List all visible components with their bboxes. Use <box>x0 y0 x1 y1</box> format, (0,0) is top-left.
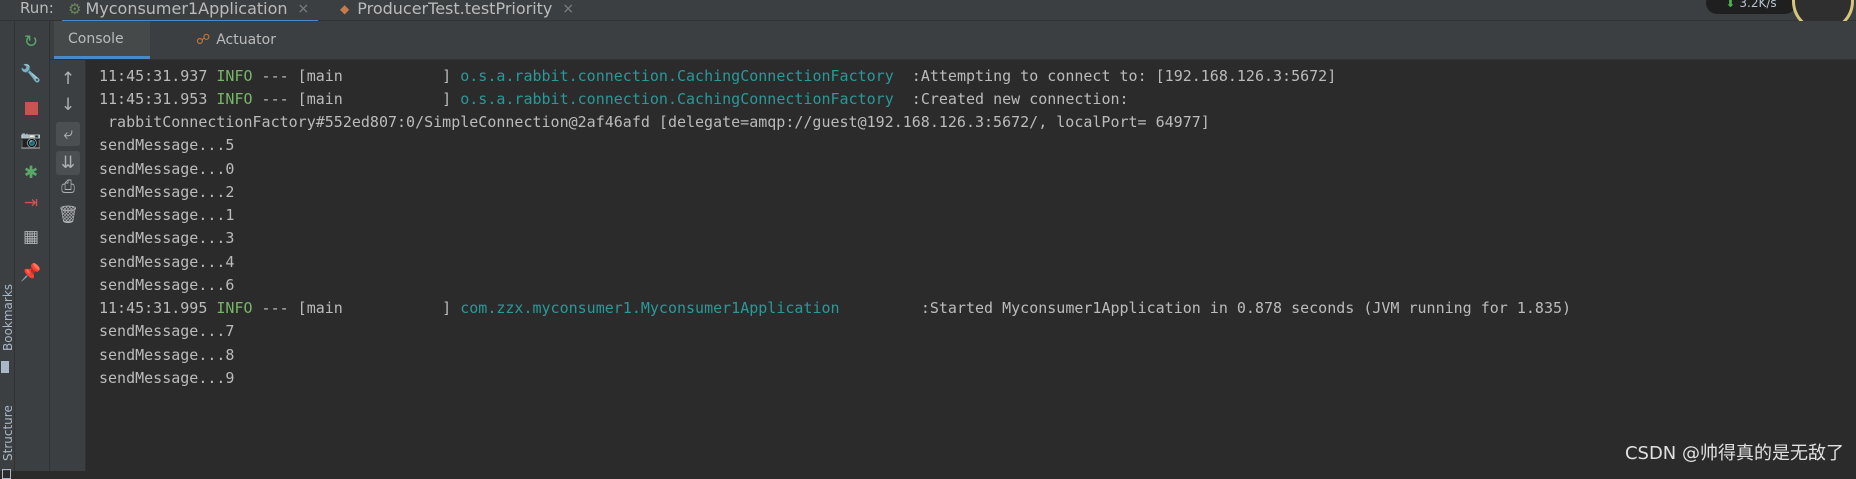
network-speed-widget: ⬇ 3.2K/s <box>1706 0 1796 14</box>
tab-actuator[interactable]: ☍ Actuator <box>196 21 276 59</box>
arrow-down-icon[interactable]: ↓ <box>56 93 80 117</box>
run-tab-label: ProducerTest.testPriority <box>357 0 553 18</box>
exit-icon[interactable]: ⇥ <box>19 191 43 215</box>
actuator-icon: ☍ <box>196 32 211 48</box>
trash-icon[interactable]: 🗑 <box>56 203 80 227</box>
structure-tab[interactable]: Structure <box>1 405 15 461</box>
rerun-icon[interactable]: ↻ <box>19 30 43 54</box>
tab-console[interactable]: Console <box>54 21 150 59</box>
download-arrow-icon: ⬇ <box>1725 0 1736 10</box>
spring-boot-icon: ⚙ <box>68 0 82 18</box>
log-line: sendMessage...7 <box>99 322 235 340</box>
tab-console-label: Console <box>68 30 124 47</box>
bookmarks-tab[interactable]: Bookmarks <box>1 284 15 351</box>
test-icon: ◆ <box>340 1 350 16</box>
console-actions-column: ↑ ↓ ⤶ ⇊ ⎙ 🗑 <box>50 60 86 471</box>
stop-icon[interactable] <box>19 96 43 120</box>
close-icon[interactable]: × <box>562 1 574 17</box>
log-line: sendMessage...5 <box>99 136 235 154</box>
soft-wrap-icon[interactable]: ⤶ <box>56 122 80 146</box>
run-actions-column: ↻ 🔧 📷 ✱ ⇥ ▦ 📌 <box>15 21 50 471</box>
log-line: sendMessage...3 <box>99 229 235 247</box>
network-speed: 3.2K/s <box>1739 0 1777 10</box>
arrow-up-icon[interactable]: ↑ <box>56 67 80 91</box>
log-line: sendMessage...6 <box>99 276 235 294</box>
log-line: sendMessage...4 <box>99 253 235 271</box>
print-icon[interactable]: ⎙ <box>56 175 80 199</box>
pin-icon[interactable]: 📌 <box>19 261 43 285</box>
run-toolbar: Run: ⚙ Myconsumer1Application × ◆ Produc… <box>0 0 1856 32</box>
log-line: 11:45:31.937 INFO --- [main ] o.s.a.rabb… <box>99 67 1337 85</box>
tab-actuator-label: Actuator <box>216 32 276 48</box>
watermark: CSDN @帅得真的是无敌了 <box>1624 443 1844 464</box>
log-line: 11:45:31.953 INFO --- [main ] o.s.a.rabb… <box>99 90 1129 108</box>
side-tool-window-strip: Bookmarks Structure <box>0 21 15 479</box>
log-line: rabbitConnectionFactory#552ed807:0/Simpl… <box>99 113 1210 131</box>
log-line: sendMessage...0 <box>99 160 235 178</box>
bookmark-icon <box>1 361 9 373</box>
console-tab-bar: Console ☍ Actuator <box>50 21 1856 60</box>
console-output[interactable]: 11:45:31.937 INFO --- [main ] o.s.a.rabb… <box>86 62 1856 471</box>
wrench-icon[interactable]: 🔧 <box>19 62 43 86</box>
camera-icon[interactable]: 📷 <box>19 128 43 152</box>
run-tab-producertest[interactable]: ◆ ProducerTest.testPriority × <box>336 0 574 20</box>
debug-icon[interactable]: ✱ <box>19 161 43 185</box>
log-line: sendMessage...9 <box>99 369 235 387</box>
close-icon[interactable]: × <box>298 1 310 17</box>
log-line: sendMessage...8 <box>99 346 235 364</box>
run-tab-label: Myconsumer1Application <box>85 0 288 18</box>
layout-icon[interactable]: ▦ <box>19 225 43 249</box>
log-line: sendMessage...1 <box>99 206 235 224</box>
log-line: sendMessage...2 <box>99 183 235 201</box>
run-label: Run: <box>20 0 54 17</box>
run-tab-myconsumer1application[interactable]: ⚙ Myconsumer1Application × <box>62 0 318 23</box>
log-line: 11:45:31.995 INFO --- [main ] com.zzx.my… <box>99 299 1572 317</box>
scroll-to-end-icon[interactable]: ⇊ <box>56 151 80 175</box>
